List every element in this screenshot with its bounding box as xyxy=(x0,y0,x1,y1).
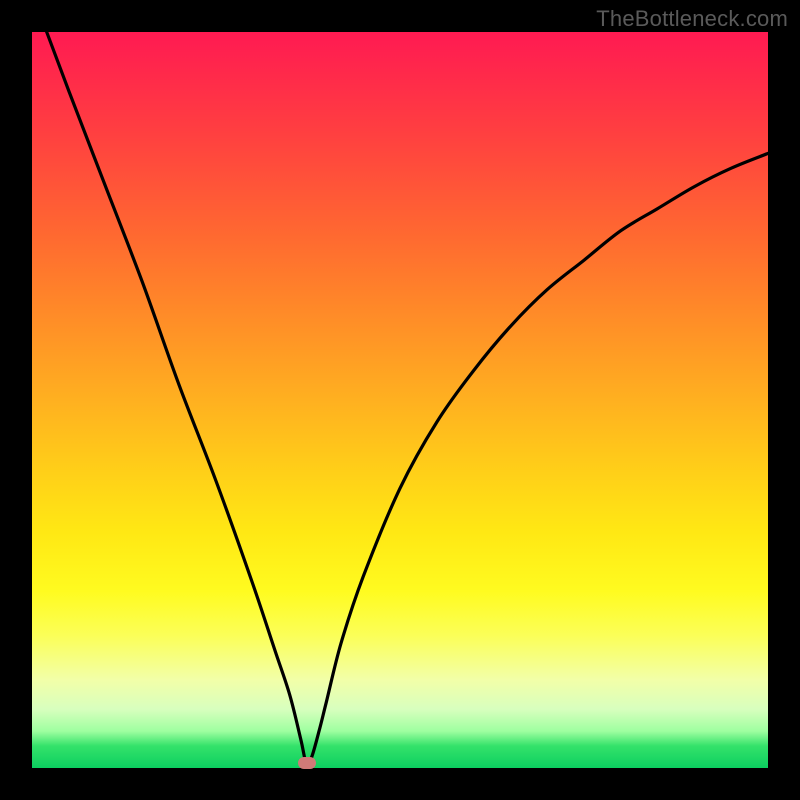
minimum-marker xyxy=(298,757,316,769)
chart-frame: TheBottleneck.com xyxy=(0,0,800,800)
plot-area xyxy=(32,32,768,768)
watermark-text: TheBottleneck.com xyxy=(596,6,788,32)
bottleneck-curve xyxy=(32,32,768,768)
